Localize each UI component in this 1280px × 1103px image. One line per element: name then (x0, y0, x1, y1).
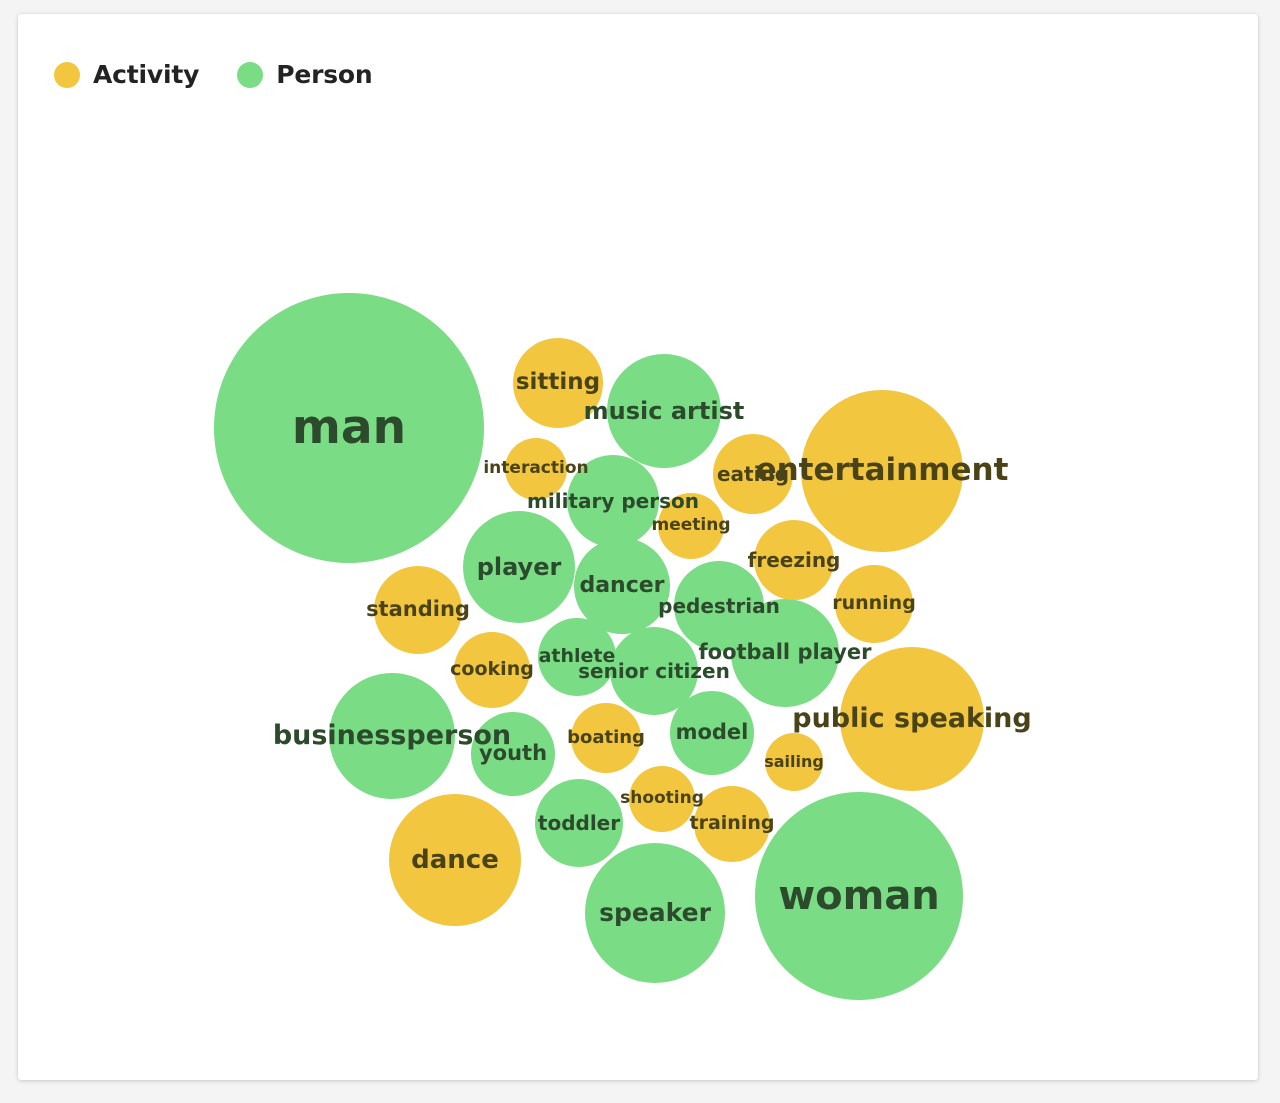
bubble-training[interactable] (694, 786, 770, 862)
bubble-businessperson[interactable] (329, 673, 455, 799)
bubble-entertainment[interactable] (801, 390, 963, 552)
bubble-sitting[interactable] (513, 338, 603, 428)
bubble-shooting[interactable] (629, 766, 695, 832)
bubble-man[interactable] (214, 293, 484, 563)
bubble-standing[interactable] (374, 566, 462, 654)
bubble-freezing[interactable] (754, 520, 834, 600)
legend-label: Activity (93, 60, 200, 89)
bubble-model[interactable] (670, 691, 754, 775)
bubble-interaction[interactable] (505, 438, 567, 500)
bubble-toddler[interactable] (535, 779, 623, 867)
bubble-eating[interactable] (713, 434, 793, 514)
bubble-cooking[interactable] (454, 632, 530, 708)
screenshot-root: Activity Person man woman entertainment busi… (0, 0, 1280, 1103)
bubble-athlete[interactable] (538, 618, 616, 696)
legend-item-activity[interactable]: Activity (54, 60, 199, 89)
bubble-running[interactable] (835, 565, 913, 643)
bubble-youth[interactable] (471, 712, 555, 796)
bubble-sailing[interactable] (765, 733, 823, 791)
circle-swatch-icon (54, 61, 80, 88)
circle-swatch-icon (237, 61, 264, 88)
bubble-public-speaking[interactable] (840, 647, 984, 791)
bubble-music-artist[interactable] (607, 354, 721, 468)
bubble-speaker[interactable] (585, 843, 725, 983)
chart-card: Activity Person man woman entertainment busi… (18, 14, 1258, 1080)
bubble-pedestrian[interactable] (674, 561, 764, 651)
legend-item-person[interactable]: Person (237, 60, 373, 89)
bubble-player[interactable] (463, 511, 575, 623)
bubble-woman[interactable] (755, 792, 963, 1000)
bubble-dance[interactable] (389, 794, 521, 926)
bubble-boating[interactable] (571, 703, 641, 773)
legend-label: Person (276, 60, 373, 89)
bubble-military-person[interactable] (567, 455, 659, 547)
bubble-meeting[interactable] (658, 493, 724, 559)
chart-legend: Activity Person (54, 60, 373, 89)
bubble-chart-plot: man woman entertainment businessperson publi… (18, 14, 1258, 1080)
